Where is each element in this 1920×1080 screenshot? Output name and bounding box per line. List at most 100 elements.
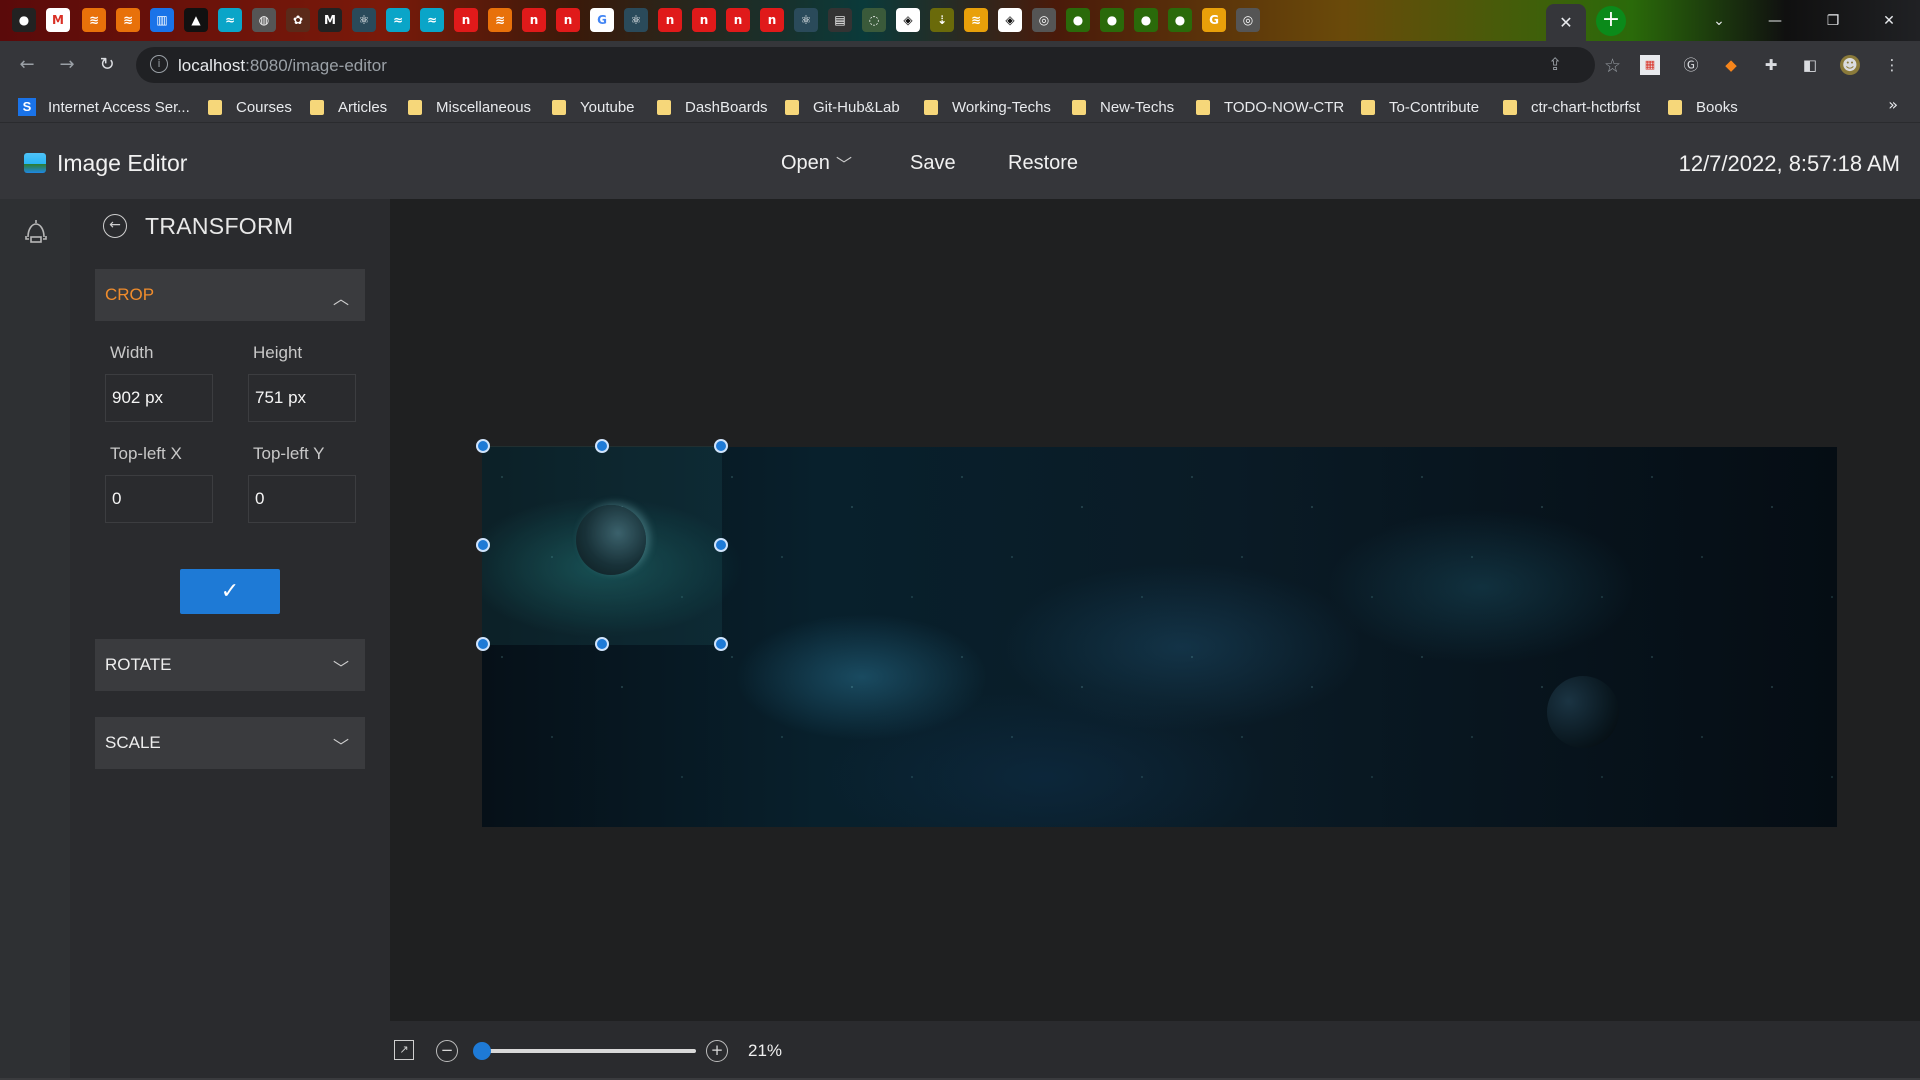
apply-crop-button[interactable]: ✓ — [180, 569, 280, 614]
crop-selection[interactable] — [482, 446, 722, 645]
bookmark-star-icon[interactable]: ☆ — [1604, 55, 1621, 77]
crop-handle-bottom[interactable] — [595, 637, 609, 651]
folder-icon — [785, 99, 799, 115]
codesandbox-tab-icon[interactable]: ◈ — [998, 8, 1022, 32]
tailwind-tab-icon[interactable]: ≈ — [386, 8, 410, 32]
height-input[interactable] — [248, 374, 356, 422]
npm-tab-icon[interactable]: n — [522, 8, 546, 32]
crop-handle-left[interactable] — [476, 538, 490, 552]
vercel-tab-icon[interactable]: ▲ — [184, 8, 208, 32]
tailwind-tab-icon[interactable]: ≈ — [420, 8, 444, 32]
tab-search-icon[interactable]: ⌄ — [1696, 6, 1742, 36]
crop-accordion-header[interactable]: CROP ︿ — [95, 269, 365, 321]
bookmark-folder[interactable]: Courses — [208, 97, 292, 117]
bookmark-folder[interactable]: To-Contribute — [1361, 97, 1479, 117]
zoom-in-button[interactable]: + — [706, 1040, 728, 1062]
react-tab-icon[interactable]: ⚛ — [794, 8, 818, 32]
zoom-out-button[interactable]: − — [436, 1040, 458, 1062]
restore-button[interactable]: Restore — [1008, 152, 1078, 175]
transform-tool-icon[interactable] — [22, 217, 50, 245]
bookmark-folder[interactable]: ctr-chart-hctbrfst — [1503, 97, 1640, 117]
analytics-tab-icon[interactable]: ▥ — [150, 8, 174, 32]
new-tab-button[interactable]: + — [1596, 6, 1626, 36]
bookmark-folder[interactable]: TODO-NOW-CTR — [1196, 97, 1344, 117]
profile-avatar[interactable]: ☻ — [1840, 55, 1860, 75]
bookmark-item[interactable]: S Internet Access Ser... — [18, 97, 190, 117]
stackoverflow-tab-icon[interactable]: ≋ — [964, 8, 988, 32]
back-arrow-icon[interactable]: ← — [103, 214, 127, 238]
bookmark-folder[interactable]: Miscellaneous — [408, 97, 531, 117]
npm-tab-icon[interactable]: n — [726, 8, 750, 32]
share-icon[interactable]: ⇪ — [1548, 55, 1562, 75]
chrome-tab-icon[interactable]: ◎ — [1236, 8, 1260, 32]
top-left-x-input[interactable] — [105, 475, 213, 523]
site-info-icon[interactable]: i — [150, 55, 168, 73]
tailwind-tab-icon[interactable]: ≈ — [218, 8, 242, 32]
react-tab-icon[interactable]: ⚛ — [624, 8, 648, 32]
metamask-extension-icon[interactable]: ◆ — [1721, 55, 1741, 75]
npm-tab-icon[interactable]: n — [692, 8, 716, 32]
crop-handle-top[interactable] — [595, 439, 609, 453]
chrome-tab-icon[interactable]: ◎ — [1032, 8, 1056, 32]
github-tab-icon[interactable]: ● — [1134, 8, 1158, 32]
npm-tab-icon[interactable]: n — [760, 8, 784, 32]
medium-tab-icon[interactable]: M — [318, 8, 342, 32]
g-tab-icon[interactable]: G — [1202, 8, 1226, 32]
crop-handle-bottom-left[interactable] — [476, 637, 490, 651]
download-tab-icon[interactable]: ⇣ — [930, 8, 954, 32]
stackoverflow-tab-icon[interactable]: ≋ — [116, 8, 140, 32]
scale-accordion-header[interactable]: SCALE ﹀ — [95, 717, 365, 769]
zoom-slider-track[interactable] — [478, 1049, 696, 1053]
crop-handle-top-right[interactable] — [714, 439, 728, 453]
calendar-extension-icon[interactable]: ▦ — [1640, 55, 1660, 75]
save-button[interactable]: Save — [910, 152, 956, 175]
address-bar[interactable]: i localhost:8080/image-editor ⇪ ☆ — [136, 47, 1621, 83]
active-tab-close-icon[interactable]: ✕ — [1546, 4, 1586, 41]
github-tab-icon[interactable]: ● — [1168, 8, 1192, 32]
bookmark-folder[interactable]: New-Techs — [1072, 97, 1174, 117]
tab-icon[interactable]: ✿ — [286, 8, 310, 32]
globe-tab-icon[interactable]: ◍ — [252, 8, 276, 32]
close-window-button[interactable]: ✕ — [1866, 6, 1912, 36]
google-tab-icon[interactable]: G — [590, 8, 614, 32]
github-tab-icon[interactable]: ● — [1066, 8, 1090, 32]
chevron-down-icon[interactable]: ﹀ — [836, 151, 852, 175]
forward-icon[interactable]: → — [52, 50, 82, 80]
github-tab-icon[interactable]: ● — [12, 8, 36, 32]
bookmark-folder[interactable]: Youtube — [552, 97, 635, 117]
bookmarks-overflow-icon[interactable]: » — [1888, 95, 1898, 114]
stackoverflow-tab-icon[interactable]: ≋ — [488, 8, 512, 32]
codesandbox-tab-icon[interactable]: ◈ — [896, 8, 920, 32]
rotate-accordion-header[interactable]: ROTATE ﹀ — [95, 639, 365, 691]
extensions-puzzle-icon[interactable]: ✚ — [1761, 55, 1781, 75]
bookmark-folder[interactable]: Articles — [310, 97, 387, 117]
bookmark-folder[interactable]: Working-Techs — [924, 97, 1051, 117]
react-tab-icon[interactable]: ⚛ — [352, 8, 376, 32]
crop-handle-bottom-right[interactable] — [714, 637, 728, 651]
terminal-tab-icon[interactable]: ▤ — [828, 8, 852, 32]
back-icon[interactable]: ← — [12, 50, 42, 80]
fit-to-screen-icon[interactable]: ↗ — [394, 1040, 414, 1060]
minimize-button[interactable]: — — [1752, 6, 1798, 36]
browser-menu-icon[interactable]: ⋮ — [1882, 55, 1902, 75]
url-text[interactable]: localhost:8080/image-editor — [178, 56, 387, 76]
crop-handle-top-left[interactable] — [476, 439, 490, 453]
grammarly-extension-icon[interactable]: Ⓖ — [1681, 55, 1701, 75]
restore-button[interactable]: ❐ — [1810, 6, 1856, 36]
open-menu-button[interactable]: Open — [781, 152, 830, 175]
gmail-tab-icon[interactable]: M — [46, 8, 70, 32]
width-input[interactable] — [105, 374, 213, 422]
bookmark-folder[interactable]: Git-Hub&Lab — [785, 97, 900, 117]
crop-handle-right[interactable] — [714, 538, 728, 552]
npm-tab-icon[interactable]: n — [556, 8, 580, 32]
reload-icon[interactable]: ↻ — [92, 50, 122, 80]
stackoverflow-tab-icon[interactable]: ≋ — [82, 8, 106, 32]
github-tab-icon[interactable]: ● — [1100, 8, 1124, 32]
npm-tab-icon[interactable]: n — [658, 8, 682, 32]
bookmark-folder[interactable]: DashBoards — [657, 97, 768, 117]
bookmark-folder[interactable]: Books — [1668, 97, 1738, 117]
npm-tab-icon[interactable]: n — [454, 8, 478, 32]
top-left-y-input[interactable] — [248, 475, 356, 523]
tab-icon[interactable]: ◌ — [862, 8, 886, 32]
side-panel-icon[interactable]: ◧ — [1800, 55, 1820, 75]
